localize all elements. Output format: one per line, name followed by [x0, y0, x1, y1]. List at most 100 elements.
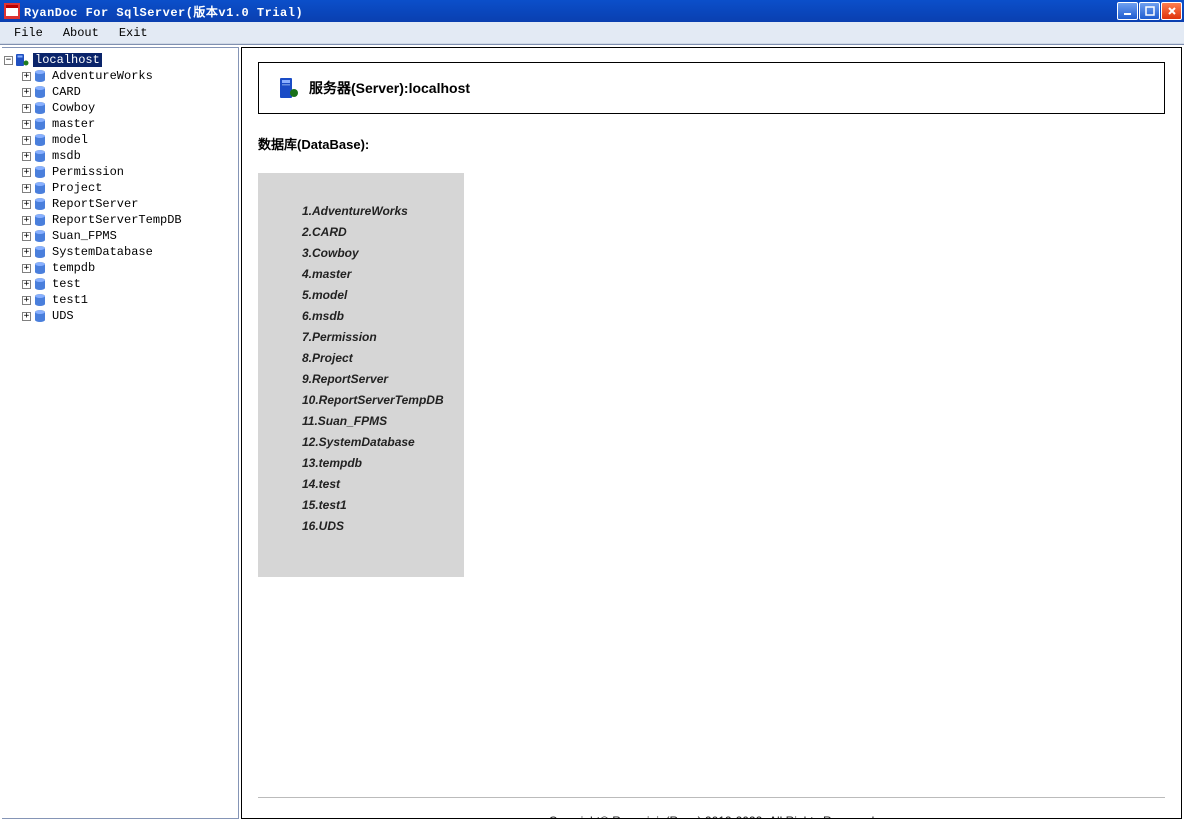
database-list-item[interactable]: 7.Permission [302, 327, 454, 348]
database-list-item[interactable]: 6.msdb [302, 306, 454, 327]
content-pane: 服务器(Server):localhost 数据库(DataBase): 1.A… [241, 47, 1182, 819]
database-heading: 数据库(DataBase): [258, 134, 1165, 153]
copyright-text: Copyright© Ruanyiniu(Ryan) 2012-2022- Al… [258, 798, 1165, 819]
database-icon [33, 117, 47, 131]
database-icon [33, 165, 47, 179]
database-icon [33, 69, 47, 83]
tree-db-node[interactable]: + test1 [22, 292, 236, 308]
tree-db-node[interactable]: + model [22, 132, 236, 148]
tree-db-label[interactable]: SystemDatabase [50, 245, 155, 259]
expand-icon[interactable]: + [22, 136, 31, 145]
tree-db-node[interactable]: + SystemDatabase [22, 244, 236, 260]
tree-db-label[interactable]: Project [50, 181, 104, 195]
tree-db-node[interactable]: + Cowboy [22, 100, 236, 116]
window-title: RyanDoc For SqlServer(版本v1.0 Trial) [24, 3, 303, 20]
expand-icon[interactable]: + [22, 264, 31, 273]
tree-db-node[interactable]: + ReportServerTempDB [22, 212, 236, 228]
expand-icon[interactable]: + [22, 232, 31, 241]
tree-db-label[interactable]: AdventureWorks [50, 69, 155, 83]
database-list-item[interactable]: 12.SystemDatabase [302, 432, 454, 453]
tree-db-label[interactable]: tempdb [50, 261, 97, 275]
tree-db-label[interactable]: Permission [50, 165, 126, 179]
database-icon [33, 277, 47, 291]
tree-db-node[interactable]: + Project [22, 180, 236, 196]
sidebar-tree[interactable]: − localhost +AdventureWorks+CARD+Cowboy+… [2, 47, 239, 819]
tree-db-label[interactable]: Cowboy [50, 101, 97, 115]
titlebar: RyanDoc For SqlServer(版本v1.0 Trial) [0, 0, 1184, 22]
tree-db-node[interactable]: + AdventureWorks [22, 68, 236, 84]
database-list-item[interactable]: 2.CARD [302, 222, 454, 243]
expand-icon[interactable]: + [22, 72, 31, 81]
app-icon [4, 3, 20, 19]
server-title: 服务器(Server):localhost [309, 78, 470, 98]
expand-icon[interactable]: + [22, 216, 31, 225]
tree-db-node[interactable]: + Permission [22, 164, 236, 180]
menu-exit[interactable]: Exit [109, 24, 158, 42]
tree-db-label[interactable]: CARD [50, 85, 83, 99]
database-list-item[interactable]: 11.Suan_FPMS [302, 411, 454, 432]
expand-icon[interactable]: + [22, 104, 31, 113]
tree-db-node[interactable]: + master [22, 116, 236, 132]
tree-root-node[interactable]: − localhost [4, 52, 236, 68]
database-list-item[interactable]: 10.ReportServerTempDB [302, 390, 454, 411]
expand-icon[interactable]: + [22, 168, 31, 177]
server-header-box: 服务器(Server):localhost [258, 62, 1165, 114]
tree-db-label[interactable]: test1 [50, 293, 90, 307]
tree-db-node[interactable]: + CARD [22, 84, 236, 100]
database-icon [33, 293, 47, 307]
database-list-item[interactable]: 3.Cowboy [302, 243, 454, 264]
expand-icon[interactable]: + [22, 280, 31, 289]
expand-icon[interactable]: + [22, 120, 31, 129]
database-icon [33, 197, 47, 211]
tree-db-label[interactable]: Suan_FPMS [50, 229, 119, 243]
menu-about[interactable]: About [53, 24, 109, 42]
database-list-item[interactable]: 4.master [302, 264, 454, 285]
database-list-box: 1.AdventureWorks2.CARD3.Cowboy4.master5.… [258, 173, 464, 577]
tree-db-label[interactable]: UDS [50, 309, 76, 323]
expand-icon[interactable]: + [22, 200, 31, 209]
tree-db-node[interactable]: + ReportServer [22, 196, 236, 212]
database-list-item[interactable]: 14.test [302, 474, 454, 495]
database-list-item[interactable]: 13.tempdb [302, 453, 454, 474]
database-icon [33, 149, 47, 163]
database-icon [33, 213, 47, 227]
tree-db-node[interactable]: + tempdb [22, 260, 236, 276]
tree-db-node[interactable]: + test [22, 276, 236, 292]
tree-db-label[interactable]: test [50, 277, 83, 291]
expand-icon[interactable]: + [22, 152, 31, 161]
expand-icon[interactable]: + [22, 184, 31, 193]
database-list-item[interactable]: 9.ReportServer [302, 369, 454, 390]
expand-icon[interactable]: + [22, 296, 31, 305]
collapse-icon[interactable]: − [4, 56, 13, 65]
database-list-item[interactable]: 8.Project [302, 348, 454, 369]
database-icon [33, 181, 47, 195]
maximize-button[interactable] [1139, 2, 1160, 20]
database-icon [33, 261, 47, 275]
server-icon [15, 53, 31, 67]
database-list-item[interactable]: 1.AdventureWorks [302, 201, 454, 222]
database-icon [33, 85, 47, 99]
expand-icon[interactable]: + [22, 248, 31, 257]
database-list-item[interactable]: 15.test1 [302, 495, 454, 516]
menu-file[interactable]: File [4, 24, 53, 42]
close-button[interactable] [1161, 2, 1182, 20]
tree-db-node[interactable]: + UDS [22, 308, 236, 324]
expand-icon[interactable]: + [22, 312, 31, 321]
tree-db-node[interactable]: + msdb [22, 148, 236, 164]
menubar: File About Exit [0, 22, 1184, 44]
tree-root-label[interactable]: localhost [33, 53, 102, 67]
tree-db-label[interactable]: msdb [50, 149, 83, 163]
tree-db-label[interactable]: ReportServer [50, 197, 140, 211]
database-icon [33, 133, 47, 147]
workspace: − localhost +AdventureWorks+CARD+Cowboy+… [0, 44, 1184, 821]
database-list-item[interactable]: 5.model [302, 285, 454, 306]
minimize-button[interactable] [1117, 2, 1138, 20]
tree-db-label[interactable]: model [50, 133, 90, 147]
tree-db-label[interactable]: ReportServerTempDB [50, 213, 184, 227]
database-list-item[interactable]: 16.UDS [302, 516, 454, 537]
server-icon [279, 77, 299, 99]
tree-db-node[interactable]: + Suan_FPMS [22, 228, 236, 244]
database-icon [33, 245, 47, 259]
tree-db-label[interactable]: master [50, 117, 97, 131]
expand-icon[interactable]: + [22, 88, 31, 97]
